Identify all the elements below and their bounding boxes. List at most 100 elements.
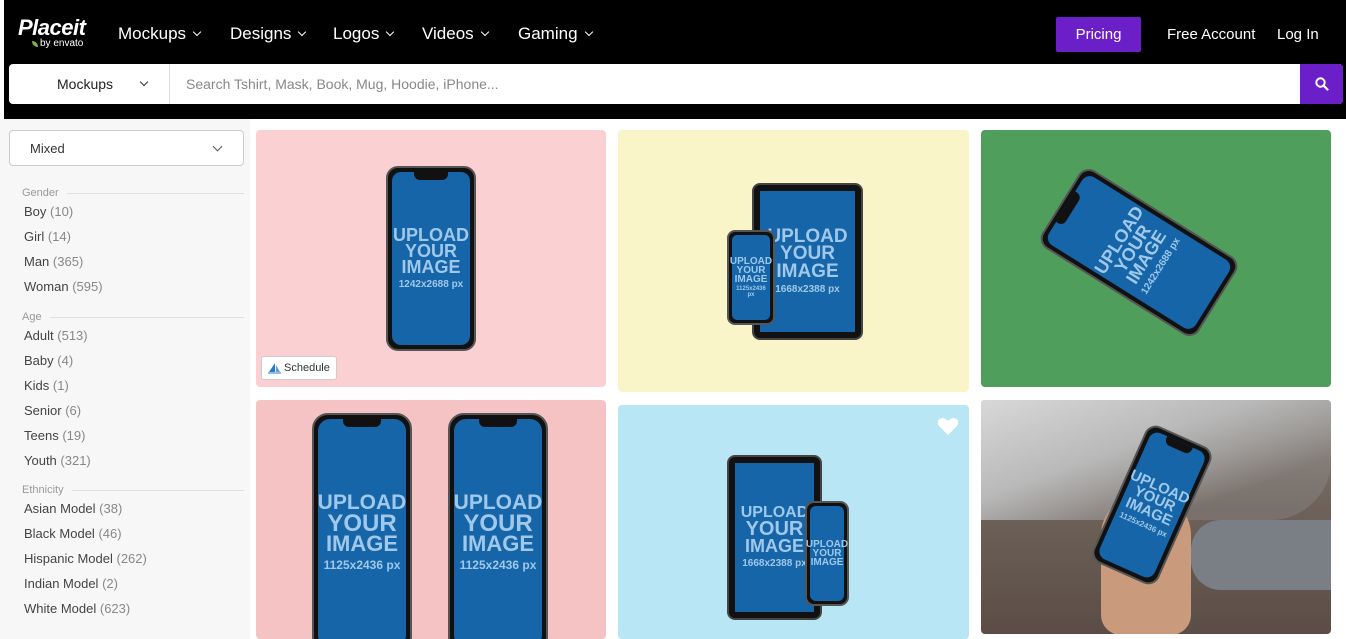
mockup-card[interactable]: UPLOAD YOUR IMAGE 1125x2436 px UPLOAD YO… (256, 400, 606, 639)
filter-option[interactable]: White Model (623) (9, 596, 244, 621)
divider (71, 489, 244, 491)
chevron-down-icon (298, 27, 307, 37)
filter-option[interactable]: Boy (10) (9, 199, 244, 224)
upload-text: IMAGE (401, 257, 461, 278)
filter-option[interactable]: Teens (19) (9, 423, 244, 448)
filter-option[interactable]: Adult (513) (9, 323, 244, 348)
filter-label: Woman (24, 279, 69, 294)
filter-label: Asian Model (24, 501, 96, 516)
nav-label: Gaming (518, 24, 578, 43)
resolution-text: 1125x2436 px (736, 286, 766, 298)
mockup-card[interactable]: UPLOAD YOUR IMAGE 1125x2436 px (981, 400, 1331, 634)
placeit-logo[interactable]: Placeit by envato (18, 17, 86, 49)
pricing-button[interactable]: Pricing (1056, 17, 1141, 52)
favorite-heart-icon[interactable] (937, 417, 959, 441)
filter-group-label: Gender (22, 187, 59, 199)
chevron-down-icon (584, 27, 593, 37)
filter-sidebar: Mixed Gender Boy (10) Girl (14) Man (365… (0, 119, 250, 639)
chevron-down-icon (192, 27, 202, 37)
filter-group-label: Ethnicity (22, 484, 64, 496)
filter-label: Youth (24, 453, 57, 468)
envato-leaf-icon (32, 41, 38, 47)
resolution-text: 1125x2436 px (459, 558, 537, 573)
divider (66, 192, 244, 194)
upload-text: IMAGE (734, 274, 768, 285)
filter-option[interactable]: Baby (4) (9, 348, 244, 373)
resolution-text: 1242x2688 px (398, 279, 464, 291)
upload-area: UPLOAD YOUR IMAGE 1668x2388 px (735, 463, 814, 612)
filter-count: (19) (62, 428, 86, 443)
filter-option[interactable]: Kids (1) (9, 373, 244, 398)
upload-area: UPLOAD YOUR IMAGE 1125x2436 px (318, 419, 406, 639)
resolution-text: 1125x2436 px (323, 558, 401, 573)
phone-mockup: UPLOAD YOUR IMAGE (805, 501, 849, 606)
filter-option[interactable]: Black Model (46) (9, 521, 244, 546)
filter-count: (365) (52, 254, 84, 269)
mockup-card[interactable]: UPLOAD YOUR IMAGE 1668x2388 px UPLOAD YO… (618, 130, 969, 392)
chevron-down-icon (386, 27, 395, 37)
top-bar: Placeit by envato Mockups Designs Logos … (0, 0, 1346, 119)
search-button[interactable] (1300, 64, 1343, 104)
nav-mockups[interactable]: Mockups (118, 24, 202, 44)
filter-option[interactable]: Senior (6) (9, 398, 244, 423)
phone-mockup: UPLOAD YOUR IMAGE 1242x2688 px (1036, 164, 1242, 341)
filter-label: Hispanic Model (24, 551, 113, 566)
filter-option[interactable]: Asian Model (38) (9, 496, 244, 521)
free-account-link[interactable]: Free Account (1167, 26, 1255, 43)
filter-label: Man (24, 254, 50, 269)
mockup-card[interactable]: UPLOAD YOUR IMAGE 1242x2688 px (981, 130, 1331, 387)
mockup-card[interactable]: UPLOAD YOUR IMAGE 1668x2388 px UPLOAD YO… (618, 405, 969, 639)
search-bar: Mockups (9, 64, 1343, 104)
nav-gaming[interactable]: Gaming (518, 24, 593, 44)
filter-option[interactable]: Woman (595) (9, 274, 244, 299)
filter-count: (321) (60, 453, 91, 468)
filter-label: White Model (24, 601, 97, 616)
upload-text: IMAGE (744, 536, 804, 557)
filter-option[interactable]: Hispanic Model (262) (9, 546, 244, 571)
search-icon (1314, 77, 1329, 91)
filter-option[interactable]: Man (365) (9, 249, 244, 274)
phone-mockup: UPLOAD YOUR IMAGE 1125x2436 px (312, 413, 412, 639)
nav-videos[interactable]: Videos (422, 24, 489, 44)
filter-group-label: Age (22, 311, 42, 323)
filter-group-title: Gender (9, 187, 244, 199)
filter-count: (2) (102, 576, 118, 591)
upload-area: UPLOAD YOUR IMAGE (806, 506, 848, 601)
filter-label: Baby (24, 353, 54, 368)
filter-count: (623) (99, 601, 131, 616)
search-category-label: Mockups (57, 76, 114, 92)
filter-count: (14) (47, 229, 71, 244)
search-category-select[interactable]: Mockups (9, 64, 170, 104)
chevron-down-icon (480, 27, 489, 37)
search-input[interactable] (171, 64, 1299, 104)
mockup-card[interactable]: UPLOAD YOUR IMAGE 1242x2688 px Schedule (256, 130, 606, 387)
schedule-label: Schedule (284, 362, 330, 374)
filter-option[interactable]: Youth (321) (9, 448, 244, 473)
filter-count: (38) (99, 501, 123, 516)
filter-label: Adult (24, 328, 54, 343)
phone-mockup: UPLOAD YOUR IMAGE 1125x2436 px (448, 413, 548, 639)
sort-select[interactable]: Mixed (9, 130, 244, 166)
upload-text: IMAGE (325, 531, 399, 557)
filter-count: (595) (72, 279, 103, 294)
nav-label: Mockups (118, 24, 187, 43)
filter-group-title: Ethnicity (9, 484, 244, 496)
schedule-button[interactable]: Schedule (261, 356, 337, 380)
sort-value: Mixed (30, 140, 65, 156)
filter-group-gender: Gender Boy (10) Girl (14) Man (365) Woma… (9, 187, 244, 299)
filter-count: (513) (57, 328, 88, 343)
nav-logos[interactable]: Logos (333, 24, 395, 44)
login-link[interactable]: Log In (1277, 26, 1319, 43)
upload-text: IMAGE (461, 531, 535, 557)
filter-label: Kids (24, 378, 50, 393)
filter-count: (4) (57, 353, 74, 368)
filter-count: (46) (98, 526, 122, 541)
filter-group-ethnicity: Ethnicity Asian Model (38) Black Model (… (9, 484, 244, 621)
divider (49, 316, 244, 318)
sail-icon (268, 362, 281, 373)
nav-designs[interactable]: Designs (230, 24, 307, 44)
filter-option[interactable]: Girl (14) (9, 224, 244, 249)
filter-option[interactable]: Indian Model (2) (9, 571, 244, 596)
filter-label: Teens (24, 428, 59, 443)
filter-count: (1) (52, 378, 69, 393)
